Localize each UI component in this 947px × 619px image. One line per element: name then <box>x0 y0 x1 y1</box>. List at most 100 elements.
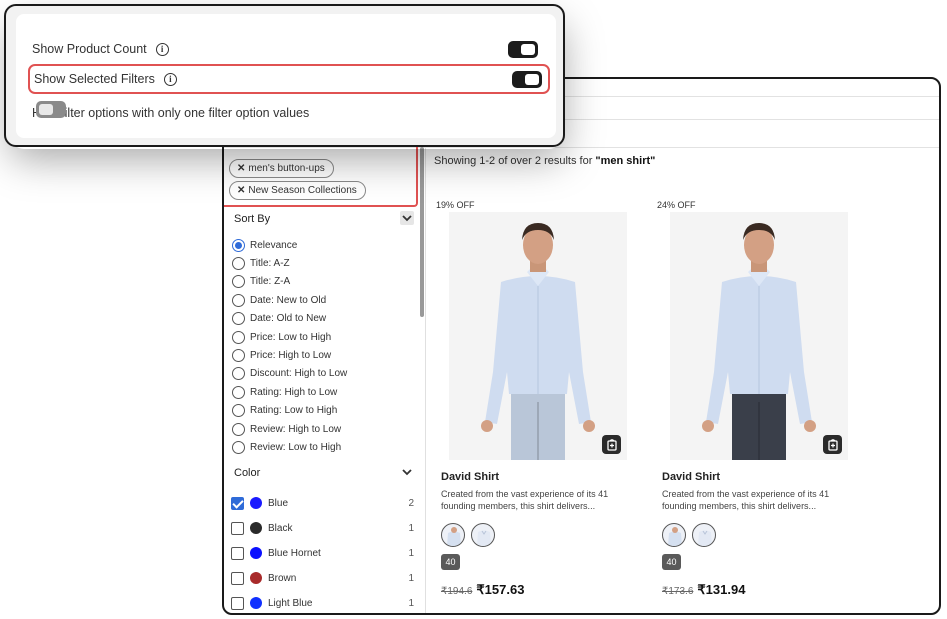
checkbox[interactable] <box>231 596 244 610</box>
checkbox[interactable] <box>231 571 244 585</box>
product-image[interactable] <box>670 212 848 460</box>
filter-chip-label: men's button-ups <box>248 163 325 174</box>
radio-button[interactable] <box>232 256 245 270</box>
radio-button[interactable] <box>232 404 245 418</box>
radio-button[interactable] <box>232 312 245 326</box>
color-swatch <box>250 572 262 584</box>
product-name[interactable]: David Shirt <box>662 471 720 483</box>
setting-show-product-count: Show Product Count i <box>32 34 542 64</box>
color-option[interactable]: Light Blue 1 <box>231 595 414 611</box>
filter-chip[interactable]: ✕ men's button-ups <box>229 159 334 178</box>
color-swatch <box>250 522 262 534</box>
radio-button[interactable] <box>232 275 245 289</box>
sort-option-label: Review: High to Low <box>250 423 342 435</box>
sort-option-label: Date: New to Old <box>250 294 327 306</box>
chevron-down-icon[interactable] <box>400 465 414 479</box>
color-option-label: Blue <box>268 497 289 509</box>
sidebar-scrollbar[interactable] <box>420 147 424 317</box>
sale-price: ₹157.63 <box>476 582 525 597</box>
sort-option[interactable]: Date: Old to New <box>232 311 326 327</box>
sort-option-label: Rating: Low to High <box>250 405 338 417</box>
sort-option[interactable]: Title: Z-A <box>232 274 290 290</box>
radio-button[interactable] <box>232 293 245 307</box>
variant-thumbnail[interactable] <box>692 523 716 547</box>
sort-option-label: Title: A-Z <box>250 257 290 269</box>
color-option-count: 1 <box>408 522 414 534</box>
product-card[interactable]: 24% OFF David Shirt Created from the vast … <box>653 197 858 597</box>
radio-button[interactable] <box>232 385 245 399</box>
checkbox[interactable] <box>231 546 244 560</box>
checkbox[interactable] <box>231 521 244 535</box>
product-card[interactable]: 19% OFF David Shirt Created from the vast … <box>432 197 637 597</box>
toggle-show-selected-filters[interactable] <box>512 70 542 88</box>
results-query: "men shirt" <box>595 155 656 167</box>
sort-option[interactable]: Rating: High to Low <box>232 384 337 400</box>
color-option[interactable]: Black 1 <box>231 520 414 536</box>
sidebar-divider <box>425 147 426 613</box>
radio-button[interactable] <box>232 348 245 362</box>
close-icon[interactable]: ✕ <box>237 185 245 196</box>
radio-button[interactable] <box>232 422 245 436</box>
color-option[interactable]: Blue Hornet 1 <box>231 545 414 561</box>
sort-option[interactable]: Date: New to Old <box>232 292 326 308</box>
color-swatch <box>250 597 262 609</box>
radio-button[interactable] <box>232 440 245 454</box>
radio-button[interactable] <box>232 330 245 344</box>
sort-by-title[interactable]: Sort By <box>234 213 270 225</box>
stage: ✕ men's button-ups ✕ New Season Collection… <box>0 0 947 619</box>
add-to-cart-icon[interactable] <box>823 435 842 454</box>
color-swatch <box>250 497 262 509</box>
results-text: Showing 1-2 of over 2 results for <box>434 155 596 167</box>
checkbox[interactable] <box>231 496 244 510</box>
variant-thumbnail[interactable] <box>441 523 465 547</box>
color-swatch <box>250 547 262 559</box>
settings-card: Show Product Count i Show Selected Filte… <box>16 14 556 138</box>
sort-option[interactable]: Review: High to Low <box>232 421 341 437</box>
sale-price: ₹131.94 <box>697 582 746 597</box>
discount-badge: 24% OFF <box>657 200 696 210</box>
sort-option-label: Discount: High to Low <box>250 368 348 380</box>
product-image[interactable] <box>449 212 627 460</box>
sort-option[interactable]: Discount: High to Low <box>232 366 347 382</box>
setting-hide-single-options: Hide filter options with only one filter… <box>32 98 542 128</box>
variant-thumbnails <box>441 523 495 547</box>
sort-option[interactable]: Review: Low to High <box>232 439 341 455</box>
color-option-count: 1 <box>408 572 414 584</box>
product-price: ₹194.6 ₹157.63 <box>441 581 524 599</box>
sort-option[interactable]: Price: High to Low <box>232 347 331 363</box>
setting-label: Show Selected Filters <box>34 72 155 86</box>
color-option[interactable]: Brown 1 <box>231 570 414 586</box>
sort-option-label: Review: Low to High <box>250 441 342 453</box>
color-option-label: Black <box>268 522 293 534</box>
close-icon[interactable]: ✕ <box>237 163 245 174</box>
sort-option[interactable]: Relevance <box>232 237 297 253</box>
filter-chip[interactable]: ✕ New Season Collections <box>229 181 366 200</box>
product-name[interactable]: David Shirt <box>441 471 499 483</box>
sort-option-label: Price: Low to High <box>250 331 332 343</box>
variant-thumbnail[interactable] <box>471 523 495 547</box>
variant-thumbnail[interactable] <box>662 523 686 547</box>
info-icon[interactable]: i <box>163 72 177 86</box>
add-to-cart-icon[interactable] <box>602 435 621 454</box>
sort-option[interactable]: Title: A-Z <box>232 255 290 271</box>
size-option[interactable]: 40 <box>441 554 460 570</box>
radio-button[interactable] <box>232 238 245 252</box>
store-window: ✕ men's button-ups ✕ New Season Collection… <box>222 77 941 615</box>
sort-option[interactable]: Rating: Low to High <box>232 403 337 419</box>
color-option-count: 1 <box>408 547 414 559</box>
toggle-hide-single-options[interactable] <box>36 101 66 118</box>
sort-option[interactable]: Price: Low to High <box>232 329 331 345</box>
color-option[interactable]: Blue 2 <box>231 495 414 511</box>
radio-button[interactable] <box>232 367 245 381</box>
sort-option-label: Relevance <box>250 239 298 251</box>
sort-option-label: Title: Z-A <box>250 276 291 288</box>
selected-filters: ✕ men's button-ups ✕ New Season Collection… <box>224 147 418 207</box>
size-option[interactable]: 40 <box>662 554 681 570</box>
color-option-label: Light Blue <box>268 597 313 609</box>
color-title[interactable]: Color <box>234 467 260 479</box>
info-icon[interactable]: i <box>155 42 169 56</box>
toggle-show-product-count[interactable] <box>508 40 538 58</box>
color-option-count: 1 <box>408 597 414 609</box>
product-price: ₹173.6 ₹131.94 <box>662 581 745 599</box>
chevron-down-icon[interactable] <box>400 211 414 225</box>
